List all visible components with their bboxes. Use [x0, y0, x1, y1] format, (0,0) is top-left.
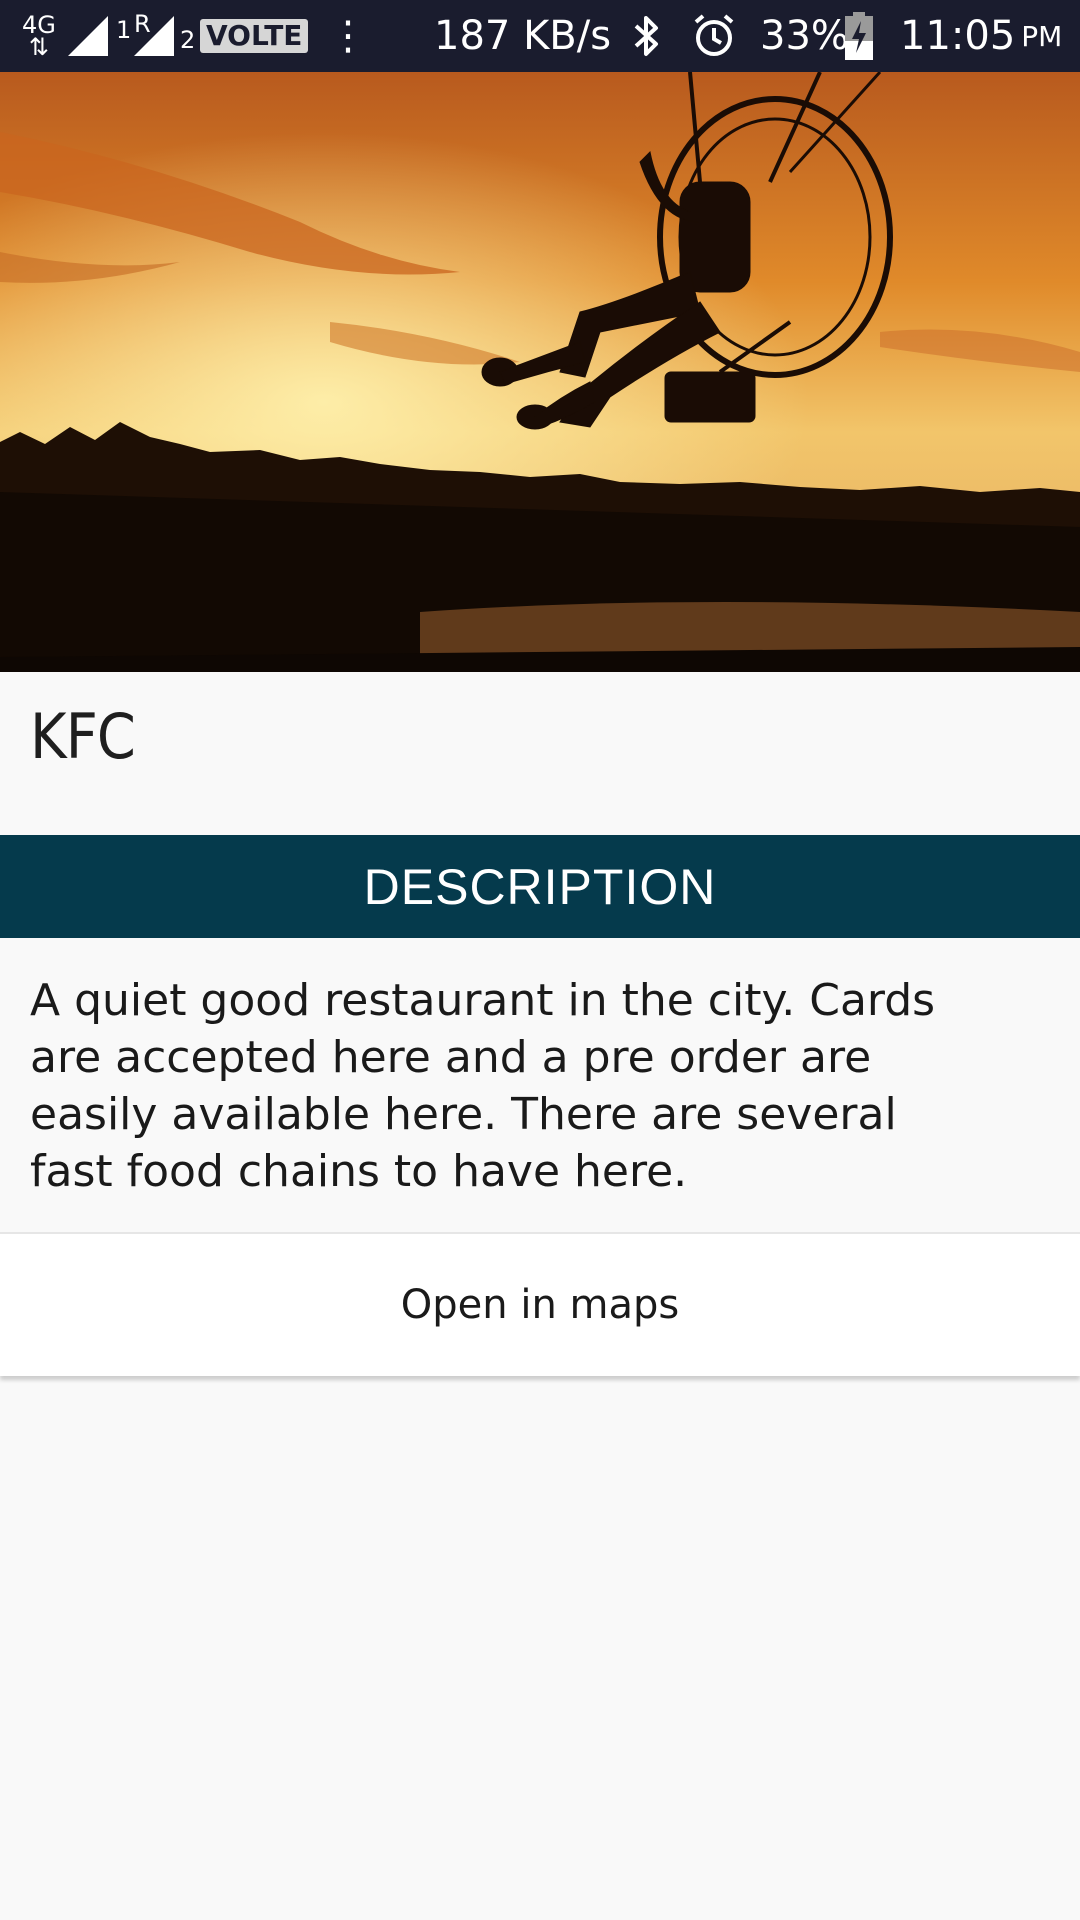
volte-badge: VOLTE	[200, 0, 309, 72]
clock-time: 11:05	[900, 13, 1016, 59]
alarm-icon	[690, 0, 738, 72]
clock-ampm: PM	[1021, 19, 1063, 53]
open-in-maps-button[interactable]: Open in maps	[0, 1234, 1080, 1376]
data-speed: 187 KB/s	[434, 13, 612, 59]
status-bar: 4G ⇅ 1 R 2 VOLTE ⋮ 187 KB/s 33% 11:05 PM	[0, 0, 1080, 72]
battery-percent: 33%	[760, 13, 849, 59]
hero-image	[0, 72, 1080, 672]
sim1-label: 1	[116, 16, 132, 44]
signal-icon	[134, 0, 178, 72]
clock: 11:05 PM	[900, 0, 1062, 72]
bluetooth-icon	[630, 0, 664, 72]
battery-charging-icon	[844, 0, 874, 72]
signal-icon	[68, 0, 112, 72]
page-title: KFC	[30, 700, 136, 773]
overflow-dots-icon: ⋮	[328, 13, 368, 59]
data-arrows-icon: ⇅	[28, 33, 49, 61]
volte-label: VOLTE	[200, 19, 309, 53]
description-text: A quiet good restaurant in the city. Car…	[30, 975, 936, 1197]
description-header: DESCRIPTION	[0, 835, 1080, 938]
paramotor-sunset-photo	[0, 72, 1080, 672]
sim2-label: 2	[180, 26, 196, 54]
network-type-indicator: 4G ⇅	[22, 0, 56, 72]
